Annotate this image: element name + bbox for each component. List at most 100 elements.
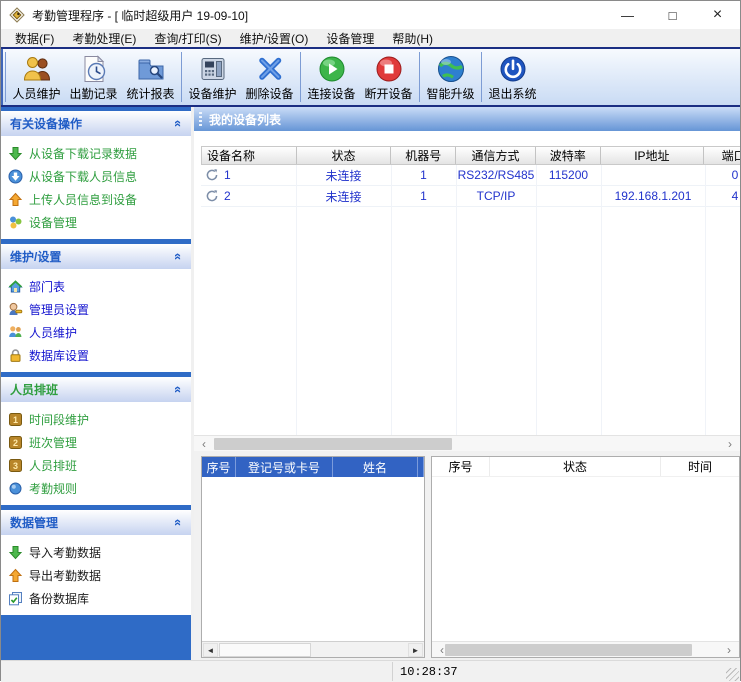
- column-header-serial-no[interactable]: 序号: [202, 457, 236, 477]
- column-header-time[interactable]: 时间: [661, 457, 739, 476]
- toolbar-separator: [300, 52, 301, 102]
- sidebar-item-personnel-maintain[interactable]: 人员维护: [8, 321, 189, 344]
- personnel-list-horizontal-scrollbar[interactable]: ◄ ►: [202, 641, 424, 657]
- grip-dots-icon: [199, 112, 202, 126]
- chevron-up-icon[interactable]: «: [171, 519, 186, 526]
- connect-device-button[interactable]: 连接设备: [303, 49, 360, 105]
- sidebar-item-import-attendance[interactable]: 导入考勤数据: [8, 541, 189, 564]
- scroll-left-icon[interactable]: ◄: [203, 643, 218, 657]
- sidebar-item-admin-settings[interactable]: 管理员设置: [8, 298, 189, 321]
- column-header-register-or-card-no[interactable]: 登记号或卡号: [236, 457, 333, 477]
- toolbar-separator: [5, 52, 6, 102]
- chevron-up-icon[interactable]: «: [171, 386, 186, 393]
- menu-device-manage[interactable]: 设备管理: [317, 29, 383, 48]
- device-table: 设备名称 状态 机器号 通信方式 波特率 IP地址 端口 1 未连接 1 RS2…: [201, 146, 740, 207]
- device-row[interactable]: 1 未连接 1 RS232/RS485 115200 0: [201, 165, 740, 186]
- column-header-status[interactable]: 状态: [490, 457, 661, 476]
- event-list-body[interactable]: [432, 477, 739, 641]
- record-document-clock-icon: [79, 54, 109, 84]
- attendance-records-button[interactable]: 出勤记录: [65, 49, 122, 105]
- sidebar-item-export-attendance[interactable]: 导出考勤数据: [8, 564, 189, 587]
- orange-upload-arrow-icon: [8, 568, 23, 583]
- svg-text:2: 2: [13, 438, 18, 448]
- sidebar-item-personnel-schedule[interactable]: 3 人员排班: [8, 454, 189, 477]
- sidebar-item-time-period-maintain[interactable]: 1 时间段维护: [8, 408, 189, 431]
- device-table-header: 设备名称 状态 机器号 通信方式 波特率 IP地址 端口: [201, 146, 740, 165]
- sidebar-item-shift-manage[interactable]: 2 班次管理: [8, 431, 189, 454]
- green-download-arrow-icon: [8, 146, 23, 161]
- minimize-button[interactable]: —: [605, 1, 650, 29]
- column-header-serial-no[interactable]: 序号: [432, 457, 490, 476]
- upgrade-globe-icon: [436, 54, 466, 84]
- scrollbar-thumb[interactable]: [219, 643, 311, 657]
- menu-maintain-settings[interactable]: 维护/设置(O): [231, 29, 318, 48]
- people-icon: [22, 54, 52, 84]
- menu-attendance[interactable]: 考勤处理(E): [63, 29, 145, 48]
- device-list-horizontal-scrollbar[interactable]: ‹ ›: [194, 435, 740, 451]
- toolbar-separator: [481, 52, 482, 102]
- sidebar-item-download-records[interactable]: 从设备下载记录数据: [8, 142, 189, 165]
- chevron-up-icon[interactable]: «: [171, 253, 186, 260]
- chevron-up-icon[interactable]: «: [171, 120, 186, 127]
- scroll-right-icon[interactable]: ›: [722, 436, 738, 452]
- disconnect-device-button[interactable]: 断开设备: [360, 49, 417, 105]
- svg-text:3: 3: [13, 461, 18, 471]
- menu-bar: 数据(F) 考勤处理(E) 查询/打印(S) 维护/设置(O) 设备管理 帮助(…: [1, 29, 740, 47]
- section-header-personnel-schedule[interactable]: 人员排班 «: [1, 377, 191, 402]
- menu-help[interactable]: 帮助(H): [383, 29, 442, 48]
- delete-device-button[interactable]: 删除设备: [241, 49, 298, 105]
- device-maintain-button[interactable]: 设备维护: [184, 49, 241, 105]
- scrollbar-thumb[interactable]: [445, 644, 692, 656]
- event-list-panel: 序号 状态 时间 ‹ ›: [431, 456, 740, 658]
- exit-system-button[interactable]: 退出系统: [484, 49, 541, 105]
- personnel-maintain-button[interactable]: 人员维护: [8, 49, 65, 105]
- number-1-square-icon: 1: [8, 412, 23, 427]
- green-download-arrow-icon: [8, 545, 23, 560]
- sidebar-item-department-table[interactable]: 部门表: [8, 275, 189, 298]
- column-header-ip-address[interactable]: IP地址: [601, 147, 705, 164]
- menu-data[interactable]: 数据(F): [6, 29, 63, 48]
- menu-query-print[interactable]: 查询/打印(S): [145, 29, 230, 48]
- event-list-horizontal-scrollbar[interactable]: ‹ ›: [432, 641, 739, 657]
- device-row[interactable]: 2 未连接 1 TCP/IP 192.168.1.201 4: [201, 186, 740, 207]
- scroll-left-icon[interactable]: ‹: [196, 436, 212, 452]
- sidebar-item-device-manage[interactable]: 设备管理: [8, 211, 189, 234]
- blue-sphere-icon: [8, 481, 23, 496]
- section-header-device-operations[interactable]: 有关设备操作 «: [1, 111, 191, 136]
- number-3-square-icon: 3: [8, 458, 23, 473]
- personnel-list-panel: 序号 登记号或卡号 姓名 ◄ ►: [201, 456, 425, 658]
- column-header-status[interactable]: 状态: [297, 147, 392, 164]
- column-header-device-name[interactable]: 设备名称: [202, 147, 297, 164]
- maximize-button[interactable]: □: [650, 1, 695, 29]
- device-list-caption-bar: 我的设备列表: [194, 107, 740, 131]
- personnel-list-header: 序号 登记号或卡号 姓名: [202, 457, 424, 477]
- blue-circle-download-icon: [8, 169, 23, 184]
- column-header-name[interactable]: 姓名: [333, 457, 418, 477]
- column-header-comm-mode[interactable]: 通信方式: [456, 147, 536, 164]
- sidebar-section-personnel-schedule: 人员排班 « 1 时间段维护 2 班次管理 3 人员排班 考勤规则: [1, 377, 191, 505]
- statistics-report-button[interactable]: 统计报表: [122, 49, 179, 105]
- scrollbar-thumb[interactable]: [214, 438, 452, 450]
- sidebar-item-attendance-rules[interactable]: 考勤规则: [8, 477, 189, 500]
- scroll-right-icon[interactable]: ›: [721, 642, 737, 658]
- column-header-baud-rate[interactable]: 波特率: [536, 147, 601, 164]
- section-header-maintain-settings[interactable]: 维护/设置 «: [1, 244, 191, 269]
- section-header-data-manage[interactable]: 数据管理 «: [1, 510, 191, 535]
- close-button[interactable]: ×: [695, 1, 740, 29]
- sync-icon: [205, 189, 219, 203]
- sidebar-item-backup-database[interactable]: 备份数据库: [8, 587, 189, 610]
- smart-upgrade-button[interactable]: 智能升级: [422, 49, 479, 105]
- sidebar-item-upload-personnel[interactable]: 上传人员信息到设备: [8, 188, 189, 211]
- status-panel-left: [1, 662, 393, 681]
- grid-line: [536, 165, 537, 435]
- sidebar-item-database-settings[interactable]: 数据库设置: [8, 344, 189, 367]
- toolbar: 人员维护 出勤记录 统计报表 设备维护: [1, 49, 740, 105]
- delete-x-icon: [255, 54, 285, 84]
- sidebar-item-download-personnel[interactable]: 从设备下载人员信息: [8, 165, 189, 188]
- resize-grip-icon[interactable]: [726, 668, 739, 681]
- scroll-right-icon[interactable]: ►: [408, 643, 423, 657]
- personnel-list-body[interactable]: [202, 477, 424, 641]
- column-header-port[interactable]: 端口: [704, 147, 740, 164]
- two-people-icon: [8, 325, 23, 340]
- column-header-machine-no[interactable]: 机器号: [391, 147, 456, 164]
